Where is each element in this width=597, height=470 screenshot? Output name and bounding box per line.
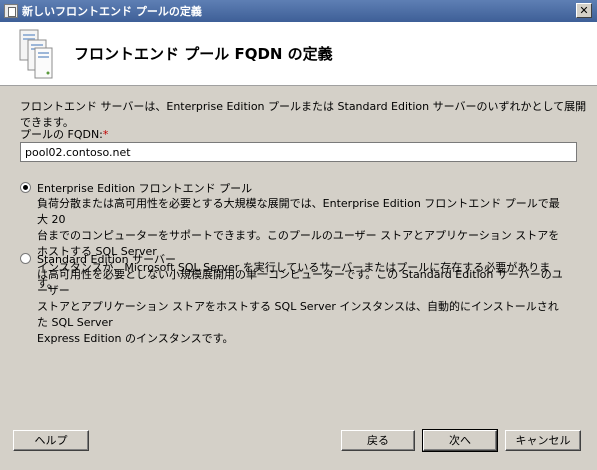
back-button[interactable]: 戻る (341, 430, 415, 451)
title-bar: 新しいフロントエンド プールの定義 ✕ (0, 0, 597, 22)
fqdn-label-text: プールの FQDN: (20, 128, 103, 141)
standard-edition-description: は高可用性を必要としない小規模展開用の単一コンピューターです。この Standa… (37, 267, 567, 347)
server-pool-icon (19, 29, 53, 79)
window-title: 新しいフロントエンド プールの定義 (22, 5, 202, 18)
standard-edition-radio[interactable] (20, 253, 31, 264)
description-line: は高可用性を必要としない小規模展開用の単一コンピューターです。この Standa… (37, 268, 563, 297)
required-mark: * (102, 128, 109, 141)
close-button[interactable]: ✕ (576, 3, 592, 18)
app-icon (4, 4, 18, 18)
page-title: フロントエンド プール FQDN の定義 (74, 45, 333, 63)
next-button[interactable]: 次へ (422, 429, 498, 452)
fqdn-label: プールの FQDN:* (20, 126, 108, 142)
cancel-button[interactable]: キャンセル (505, 430, 581, 451)
description-line: Express Edition のインスタンスです。 (37, 332, 234, 345)
help-button[interactable]: ヘルプ (13, 430, 89, 451)
enterprise-edition-label[interactable]: Enterprise Edition フロントエンド プール (37, 180, 252, 196)
fqdn-input[interactable] (20, 142, 577, 162)
enterprise-edition-radio[interactable] (20, 182, 31, 193)
wizard-header: フロントエンド プール FQDN の定義 (0, 22, 597, 86)
description-line: 負荷分散または高可用性を必要とする大規模な展開では、Enterprise Edi… (37, 197, 560, 226)
standard-edition-label[interactable]: Standard Edition サーバー (37, 251, 176, 267)
description-line: ストアとアプリケーション ストアをホストする SQL Server インスタンス… (37, 300, 559, 329)
